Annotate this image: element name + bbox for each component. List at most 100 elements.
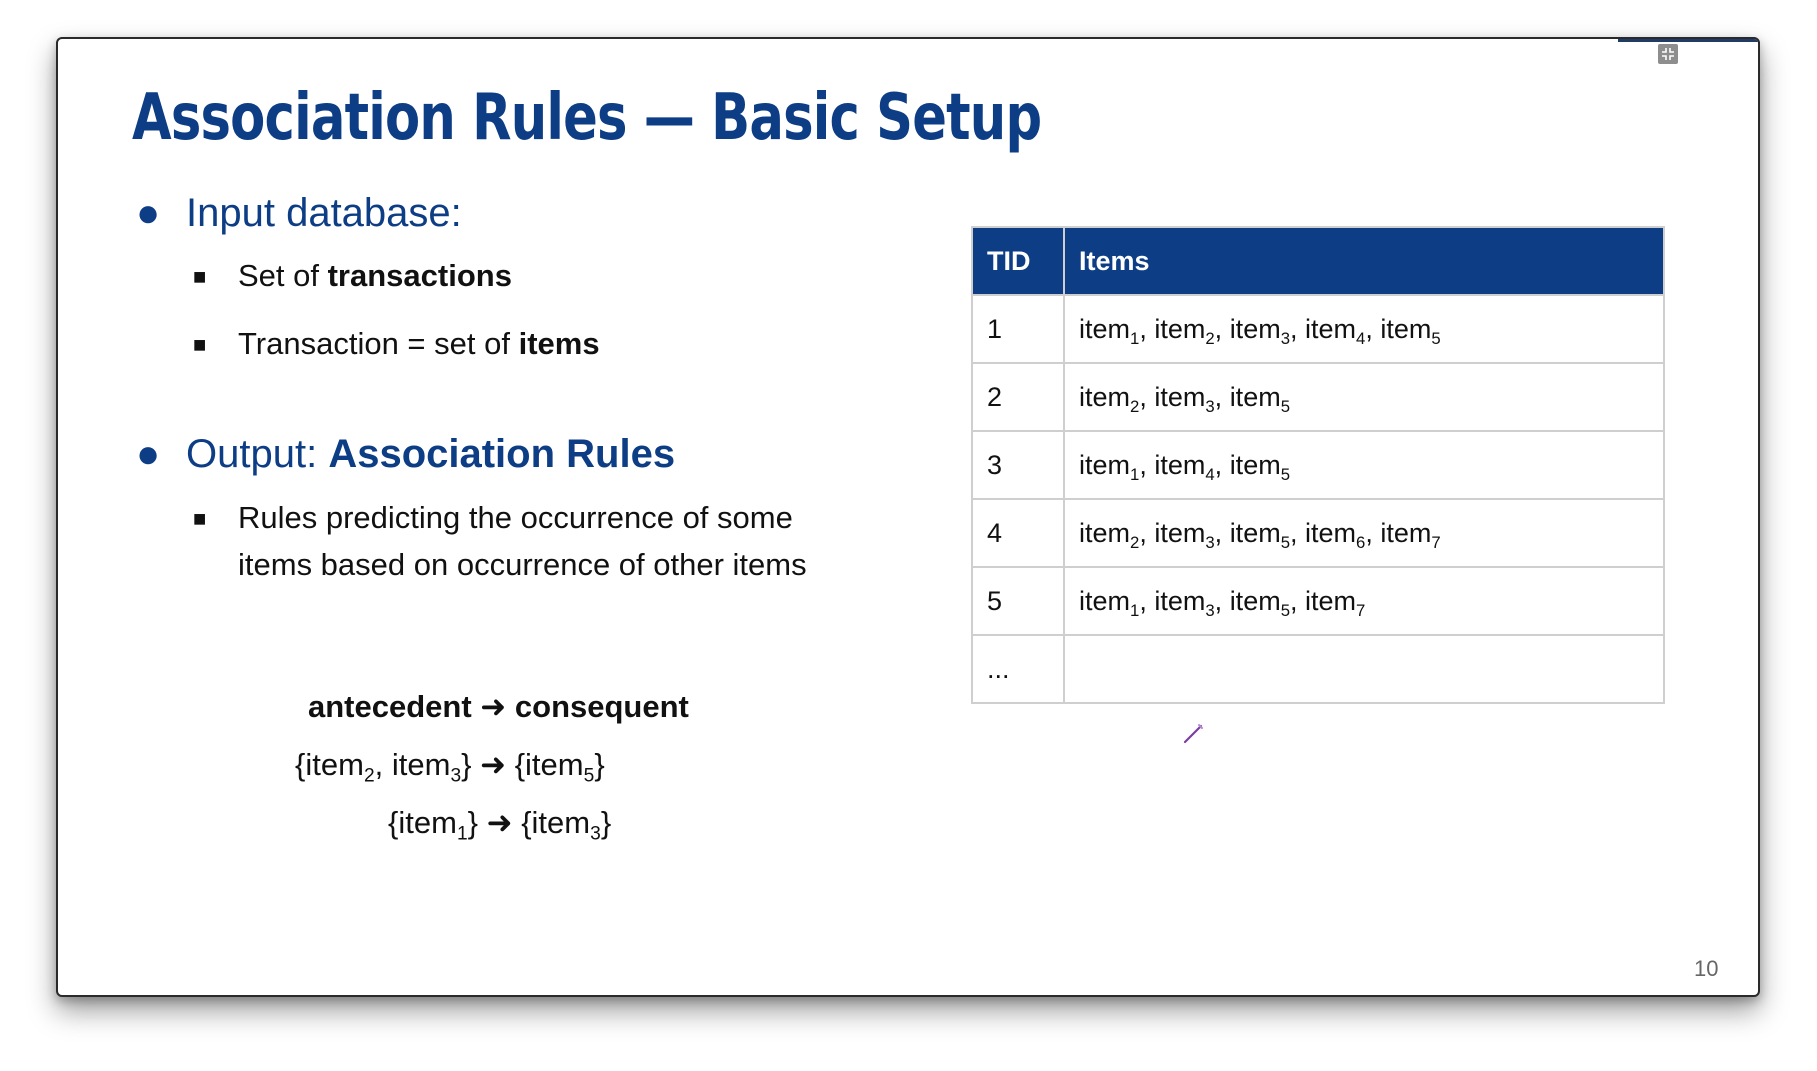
item-token: item3 [1154,381,1215,416]
table-row: 5 item1, item3, item5, item7 [971,566,1665,636]
page-number: 10 [1694,956,1719,981]
tid-cell: 1 [971,294,1065,364]
item-subscript: 2 [1130,396,1140,416]
tid-cell: 2 [971,362,1065,432]
tid-cell: 5 [971,566,1065,636]
sub-bullet-text-line2: items based on occurrence of other items [238,547,807,582]
item-token: item4 [1305,313,1366,348]
item-subscript: 7 [1431,532,1441,552]
slide-window: Association Rules — Basic Setup ● Input d… [56,37,1760,997]
item-token: item2 [1079,381,1140,416]
item-subscript: 5 [583,765,595,787]
item-subscript: 4 [1356,328,1366,348]
transactions-table: TID Items 1 item1, item2, item3, item4, i… [971,226,1665,704]
item-token: item5 [1229,517,1291,552]
window-top-accent [1618,39,1758,42]
rule-example-1: {item2, item3} ➜ {item5} [295,747,605,787]
item-token: item3 [1154,585,1215,620]
item-subscript: 5 [1431,328,1441,348]
table-row: ... [971,634,1665,704]
items-cell: item2, item3, item5 [1063,362,1665,432]
table-row: 2 item2, item3, item5 [971,362,1665,432]
item-token: item1 [1079,449,1140,484]
square-bullet: ■ [193,264,207,289]
item-token: item1 [1079,313,1140,348]
square-bullet: ■ [193,506,207,531]
item-subscript: 6 [1356,532,1366,552]
table-body: 1 item1, item2, item3, item4, item5 2 item2… [971,294,1665,704]
item-subscript: 1 [1130,600,1140,620]
item-subscript: 2 [1205,328,1215,348]
item-token: item3 [1154,517,1215,552]
header-items: Items [1063,226,1665,296]
bullet-input-label: Input database: [186,191,462,235]
bullet-output-bold: Association Rules [328,432,676,476]
sub-bullet-rules: ■ Rules predicting the occurrence of some… [193,495,807,588]
tid-cell: ... [971,634,1065,704]
item-token: item5 [1229,585,1291,620]
item-subscript: 5 [1280,532,1291,552]
sub-bullet-text-line1: Rules predicting the occurrence of some [238,500,793,535]
item-token: item5 [1380,313,1441,348]
header-tid: TID [971,226,1065,296]
item-subscript: 3 [450,765,462,787]
arrow-icon: ➜ [480,689,507,724]
item-subscript: 3 [590,823,601,845]
item-token: item5 [1229,449,1291,484]
item-subscript: 3 [1205,532,1215,552]
pen-icon [1183,724,1203,744]
sub-bullet-text: Transaction = set of [238,326,519,361]
item-token: item3 [531,805,601,845]
bullet-output-label: Output: [186,432,329,476]
bullet-input-database: ● Input database: [136,191,462,236]
item-token: item2 [305,747,375,787]
item-subscript: 1 [1130,464,1140,484]
items-cell: item1, item3, item5, item7 [1063,566,1665,636]
arrow-icon: ➜ [486,805,513,840]
item-subscript: 2 [363,765,375,787]
sub-bullet-bold: items [518,326,600,361]
item-token: item1 [398,805,468,845]
item-token: item7 [1380,517,1441,552]
items-cell: item1, item2, item3, item4, item5 [1063,294,1665,364]
slide-title: Association Rules — Basic Setup [132,81,1042,155]
items-cell [1063,634,1665,704]
tid-cell: 3 [971,430,1065,500]
sub-bullet-text: Set of [238,258,328,293]
consequent-label: consequent [514,689,689,724]
item-subscript: 5 [1280,600,1291,620]
square-bullet: ■ [193,332,207,357]
item-token: item2 [1079,517,1140,552]
item-token: item7 [1305,585,1366,620]
arrow-icon: ➜ [480,747,507,782]
bullet-dot: ● [136,432,161,476]
item-subscript: 1 [1130,328,1140,348]
bullet-output: ● Output: Association Rules [136,432,675,477]
exit-fullscreen-button[interactable] [1658,44,1678,64]
item-subscript: 5 [1280,464,1291,484]
item-subscript: 1 [456,823,468,845]
table-row: 3 item1, item4, item5 [971,430,1665,500]
item-token: item2 [1154,313,1215,348]
item-token: item3 [1229,313,1291,348]
table-row: 1 item1, item2, item3, item4, item5 [971,294,1665,364]
sub-bullet-items: ■ Transaction = set of items [193,321,600,368]
item-subscript: 7 [1356,600,1366,620]
item-subscript: 3 [1205,600,1215,620]
exit-fullscreen-icon [1662,48,1674,60]
table-header-row: TID Items [971,226,1665,296]
bullet-dot: ● [136,191,161,235]
item-token: item6 [1305,517,1366,552]
sub-bullet-bold: transactions [327,258,512,293]
item-token: item5 [525,747,595,787]
antecedent-label: antecedent [308,689,472,724]
items-cell: item2, item3, item5, item6, item7 [1063,498,1665,568]
item-token: item1 [1079,585,1140,620]
item-subscript: 2 [1130,532,1140,552]
items-cell: item1, item4, item5 [1063,430,1665,500]
item-subscript: 4 [1205,464,1215,484]
item-subscript: 5 [1280,396,1291,416]
item-token: item4 [1154,449,1215,484]
rule-example-2: {item1} ➜ {item3} [388,805,612,845]
item-token: item3 [391,747,462,787]
